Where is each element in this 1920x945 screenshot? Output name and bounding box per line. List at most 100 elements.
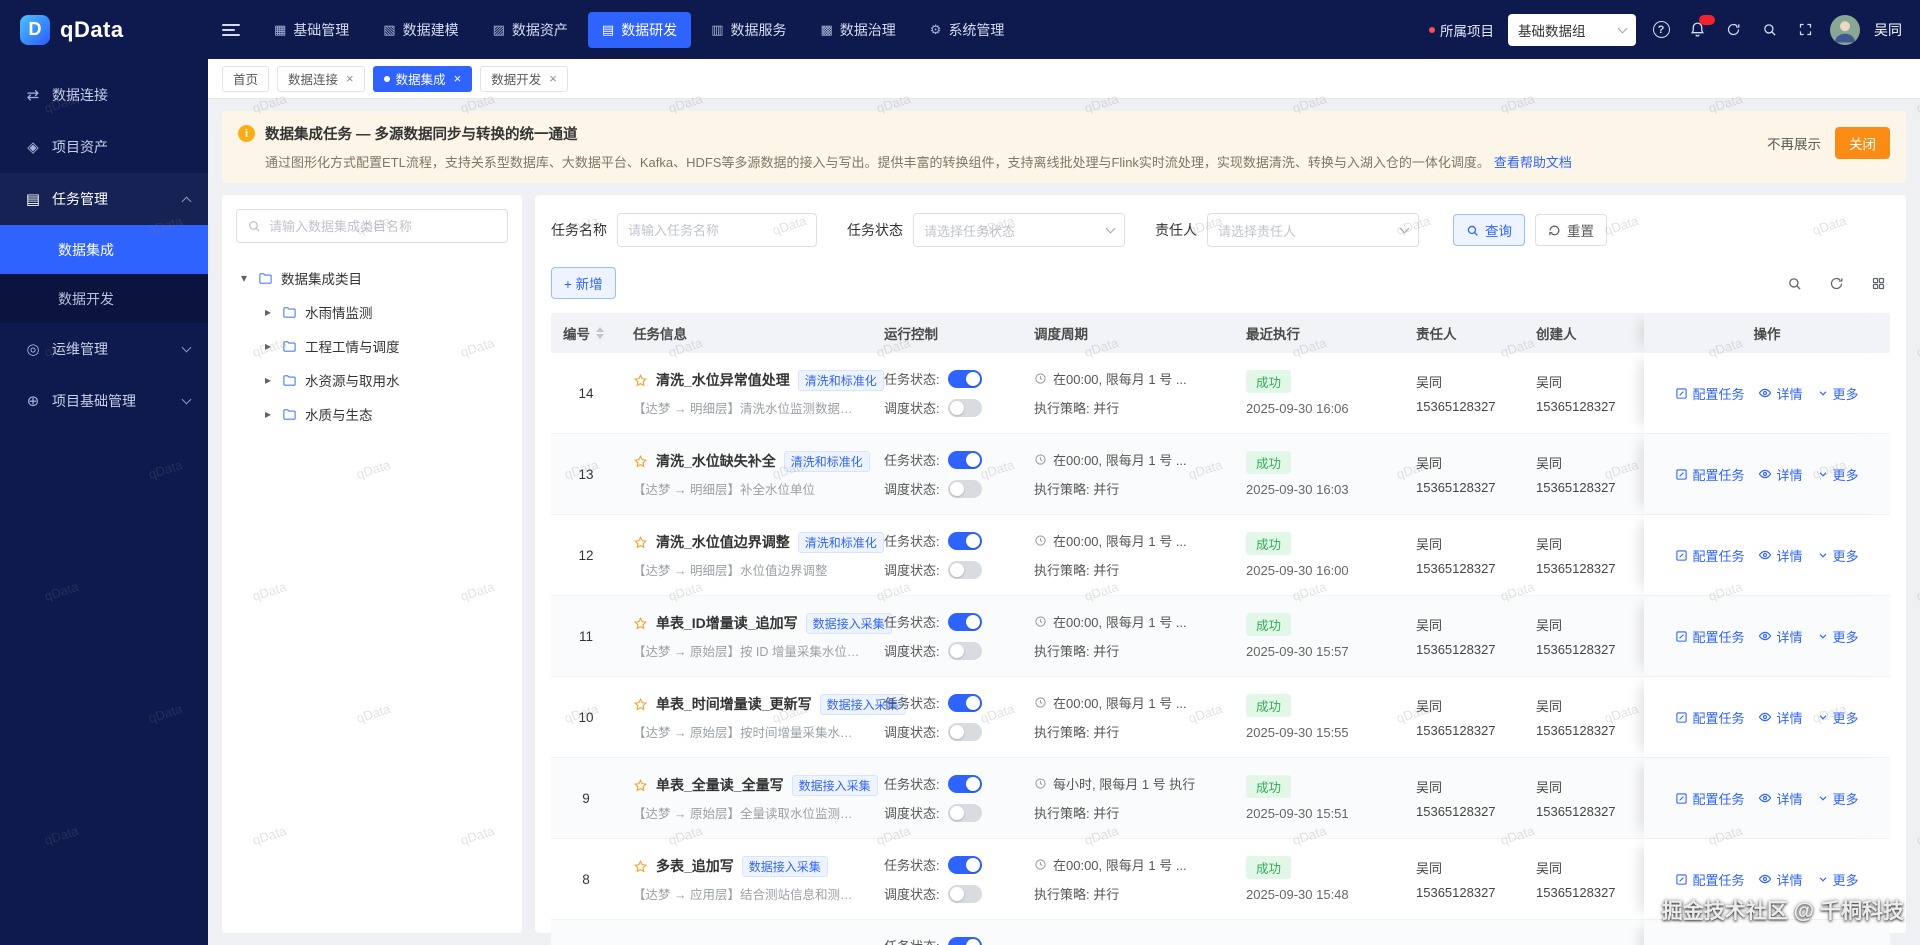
top-nav-item[interactable]: ▦ 基础管理 <box>260 12 363 48</box>
detail-link[interactable]: 详情 <box>1758 384 1802 403</box>
grid-view-icon[interactable] <box>1866 271 1890 295</box>
schedule-status-toggle[interactable] <box>948 561 982 579</box>
schedule-status-toggle[interactable] <box>948 642 982 660</box>
table-search-icon[interactable] <box>1782 271 1806 295</box>
fullscreen-icon[interactable] <box>1794 19 1816 41</box>
favorite-star-icon[interactable] <box>633 778 648 793</box>
task-status-toggle[interactable] <box>948 937 982 945</box>
detail-link[interactable]: 详情 <box>1758 465 1802 484</box>
reset-button[interactable]: 重置 <box>1535 214 1607 246</box>
detail-link[interactable]: 详情 <box>1758 708 1802 727</box>
table-refresh-icon[interactable] <box>1824 271 1848 295</box>
more-link[interactable]: 更多 <box>1817 465 1859 484</box>
caret-right-icon[interactable]: ▸ <box>262 305 274 319</box>
configure-task-link[interactable]: 配置任务 <box>1675 384 1744 403</box>
favorite-star-icon[interactable] <box>633 454 648 469</box>
banner-close-button[interactable]: 关闭 <box>1835 127 1890 159</box>
tree-node[interactable]: ▸ 水资源与取用水 <box>236 363 508 397</box>
search-icon[interactable] <box>1758 19 1780 41</box>
brand-logo[interactable]: D qData <box>0 0 208 59</box>
page-tab[interactable]: 首页 <box>222 66 269 92</box>
schedule-status-toggle[interactable] <box>948 885 982 903</box>
favorite-star-icon[interactable] <box>633 535 648 550</box>
query-button[interactable]: 查询 <box>1453 214 1525 246</box>
avatar[interactable] <box>1830 15 1860 45</box>
detail-link[interactable]: 详情 <box>1758 627 1802 646</box>
help-icon[interactable]: ? <box>1650 19 1672 41</box>
tree-node[interactable]: ▸ 水雨情监测 <box>236 295 508 329</box>
sort-icon[interactable] <box>596 327 604 339</box>
more-link[interactable]: 更多 <box>1817 789 1859 808</box>
sidebar-item[interactable]: ◈ 项目资产 <box>0 121 208 173</box>
task-status-toggle[interactable] <box>948 694 982 712</box>
task-status-toggle[interactable] <box>948 613 982 631</box>
more-link[interactable]: 更多 <box>1817 546 1859 565</box>
favorite-star-icon[interactable] <box>633 616 648 631</box>
detail-link[interactable]: 详情 <box>1758 789 1802 808</box>
top-nav-item[interactable]: ▧ 数据建模 <box>369 12 472 48</box>
add-button[interactable]: + 新增 <box>551 267 616 299</box>
task-status-toggle[interactable] <box>948 532 982 550</box>
schedule-status-toggle[interactable] <box>948 399 982 417</box>
caret-down-icon[interactable]: ▾ <box>238 271 250 285</box>
configure-task-link[interactable]: 配置任务 <box>1675 870 1744 889</box>
task-name-link[interactable]: 清洗_水位异常值处理 <box>656 370 790 390</box>
configure-task-link[interactable]: 配置任务 <box>1675 546 1744 565</box>
user-name[interactable]: 吴同 <box>1874 20 1902 40</box>
tree-node[interactable]: ▸ 水质与生态 <box>236 397 508 431</box>
caret-right-icon[interactable]: ▸ <box>262 407 274 421</box>
tree-node-root[interactable]: ▾ 数据集成类目 <box>236 261 508 295</box>
schedule-status-toggle[interactable] <box>948 804 982 822</box>
close-icon[interactable]: × <box>346 71 354 86</box>
task-name-link[interactable]: 清洗_水位值边界调整 <box>656 532 790 552</box>
top-nav-item[interactable]: ⚙ 系统管理 <box>916 12 1019 48</box>
favorite-star-icon[interactable] <box>633 697 648 712</box>
task-name-link[interactable]: 多表_追加写 <box>656 856 734 876</box>
schedule-status-toggle[interactable] <box>948 480 982 498</box>
page-tab[interactable]: 数据连接 × <box>277 66 365 92</box>
configure-task-link[interactable]: 配置任务 <box>1675 465 1744 484</box>
task-name-link[interactable]: 清洗_水位缺失补全 <box>656 451 776 471</box>
caret-right-icon[interactable]: ▸ <box>262 339 274 353</box>
collapse-menu-icon[interactable] <box>222 24 240 36</box>
task-name-link[interactable]: 单表_全量读_全量写 <box>656 775 784 795</box>
refresh-icon[interactable] <box>1722 19 1744 41</box>
configure-task-link[interactable]: 配置任务 <box>1675 627 1744 646</box>
sidebar-item[interactable]: ▤ 任务管理 <box>0 173 208 225</box>
more-link[interactable]: 更多 <box>1817 627 1859 646</box>
task-status-toggle[interactable] <box>948 856 982 874</box>
schedule-status-toggle[interactable] <box>948 723 982 741</box>
more-link[interactable]: 更多 <box>1817 708 1859 727</box>
top-nav-item[interactable]: ▨ 数据资产 <box>479 12 582 48</box>
configure-task-link[interactable]: 配置任务 <box>1675 789 1744 808</box>
top-nav-item[interactable]: ▥ 数据服务 <box>697 12 800 48</box>
top-nav-item[interactable]: ▩ 数据治理 <box>806 12 909 48</box>
sidebar-item[interactable]: ⇄ 数据连接 <box>0 69 208 121</box>
task-status-toggle[interactable] <box>948 370 982 388</box>
favorite-star-icon[interactable] <box>633 859 648 874</box>
bell-icon[interactable] <box>1686 19 1708 41</box>
detail-link[interactable]: 详情 <box>1758 870 1802 889</box>
sidebar-item[interactable]: ⊕ 项目基础管理 <box>0 375 208 427</box>
tree-search-input[interactable] <box>269 219 497 234</box>
configure-task-link[interactable]: 配置任务 <box>1675 708 1744 727</box>
sidebar-item[interactable]: ◎ 运维管理 <box>0 323 208 375</box>
sidebar-item[interactable]: 数据开发 <box>0 274 208 323</box>
task-status-toggle[interactable] <box>948 451 982 469</box>
caret-right-icon[interactable]: ▸ <box>262 373 274 387</box>
more-link[interactable]: 更多 <box>1817 870 1859 889</box>
more-link[interactable]: 更多 <box>1817 384 1859 403</box>
sidebar-item[interactable]: 数据集成 <box>0 225 208 274</box>
task-status-toggle[interactable] <box>948 775 982 793</box>
favorite-star-icon[interactable] <box>633 373 648 388</box>
task-name-link[interactable]: 单表_ID增量读_追加写 <box>656 613 798 633</box>
top-nav-item[interactable]: ▤ 数据研发 <box>588 12 691 48</box>
task-name-link[interactable]: 单表_时间增量读_更新写 <box>656 694 812 714</box>
owner-select[interactable]: 请选择责任人 <box>1207 213 1419 247</box>
task-status-select[interactable]: 请选择任务状态 <box>913 213 1125 247</box>
help-doc-link[interactable]: 查看帮助文档 <box>1494 155 1572 170</box>
tree-node[interactable]: ▸ 工程工情与调度 <box>236 329 508 363</box>
close-icon[interactable]: × <box>454 71 462 86</box>
project-select[interactable]: 基础数据组 <box>1508 14 1636 46</box>
page-tab[interactable]: 数据开发 × <box>480 66 568 92</box>
